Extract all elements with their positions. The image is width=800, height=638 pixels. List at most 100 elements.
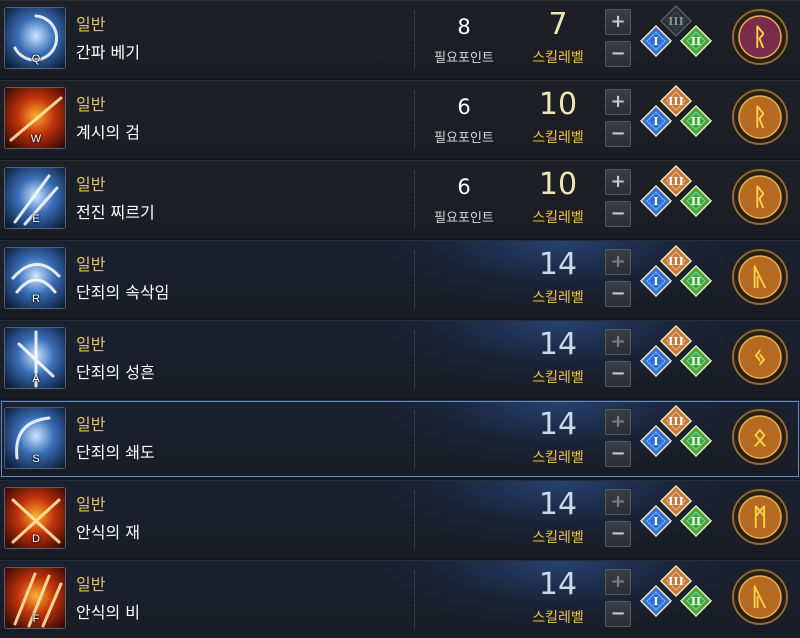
skill-icon[interactable]: F [4, 567, 66, 629]
required-points-value: 6 [457, 175, 471, 199]
skill-row[interactable]: F 일반 안식의 비 14 스킬레벨 + − III I II ᚣ [0, 560, 800, 638]
tripod-tier-1-icon[interactable]: I [639, 504, 673, 538]
rune-slot-icon[interactable]: ᚱ [730, 167, 790, 227]
skill-row[interactable]: Q 일반 간파 베기 8 필요포인트 7 스킬레벨 + − III I II ᚱ [0, 0, 800, 78]
skill-icon[interactable]: A [4, 327, 66, 389]
skill-category: 일반 [76, 495, 106, 514]
level-down-button[interactable]: − [605, 441, 631, 467]
tripod-tier-3-icon[interactable]: III [659, 484, 693, 518]
level-up-button[interactable]: + [605, 9, 631, 35]
level-down-button[interactable]: − [605, 41, 631, 67]
level-down-button[interactable]: − [605, 361, 631, 387]
skill-name: 단죄의 쇄도 [76, 443, 155, 462]
skill-level-label: 스킬레벨 [532, 290, 584, 306]
tripod-tier-3-icon[interactable]: III [659, 84, 693, 118]
skill-level-label: 스킬레벨 [532, 130, 584, 146]
rune-slot-icon[interactable]: ᛗ [730, 487, 790, 547]
tripod-tier-3-icon[interactable]: III [659, 404, 693, 438]
level-up-button[interactable]: + [605, 489, 631, 515]
tripod-selector[interactable]: IIII II [636, 323, 720, 397]
divider [414, 491, 416, 549]
required-points-value: 6 [457, 95, 471, 119]
tripod-selector[interactable]: IIII II [636, 483, 720, 557]
rune-slot-icon[interactable]: ᛟ [730, 407, 790, 467]
skill-icon[interactable]: D [4, 487, 66, 549]
svg-text:II: II [691, 35, 701, 48]
tripod-tier-1-icon[interactable]: I [639, 104, 673, 138]
skill-name: 전진 찌르기 [76, 203, 155, 222]
hotkey-label: D [32, 533, 40, 545]
level-down-button[interactable]: − [605, 601, 631, 627]
svg-text:III: III [668, 175, 683, 188]
skill-row[interactable]: A 일반 단죄의 성흔 14 스킬레벨 + − III I II ᛃ [0, 320, 800, 398]
hotkey-label: Q [31, 53, 41, 65]
level-up-button[interactable]: + [605, 89, 631, 115]
tripod-tier-2-icon[interactable]: II [679, 24, 713, 58]
tripod-tier-2-icon[interactable]: II [679, 344, 713, 378]
hotkey-label: A [32, 373, 40, 385]
tripod-tier-3-icon[interactable]: III [659, 4, 693, 38]
level-down-button[interactable]: − [605, 521, 631, 547]
skill-level-value: 10 [538, 87, 578, 122]
skill-level-value: 14 [538, 487, 578, 522]
rune-slot-icon[interactable]: ᛃ [730, 327, 790, 387]
level-down-button[interactable]: − [605, 201, 631, 227]
tripod-tier-3-icon[interactable]: III [659, 564, 693, 598]
skill-row[interactable]: R 일반 단죄의 속삭임 14 스킬레벨 + − III I II ᚣ [0, 240, 800, 318]
tripod-tier-3-icon[interactable]: III [659, 244, 693, 278]
level-down-button[interactable]: − [605, 281, 631, 307]
rune-slot-icon[interactable]: ᚱ [730, 87, 790, 147]
tripod-tier-2-icon[interactable]: II [679, 104, 713, 138]
skill-icon[interactable]: Q [4, 7, 66, 69]
tripod-selector[interactable]: IIII II [636, 3, 720, 77]
level-down-button[interactable]: − [605, 121, 631, 147]
skill-row[interactable]: E 일반 전진 찌르기 6 필요포인트 10 스킬레벨 + − III I II ᚱ [0, 160, 800, 238]
divider [414, 331, 416, 389]
skill-row[interactable]: W 일반 계시의 검 6 필요포인트 10 스킬레벨 + − III I II ᚱ [0, 80, 800, 158]
tripod-tier-3-icon[interactable]: III [659, 164, 693, 198]
rune-slot-icon[interactable]: ᚣ [730, 567, 790, 627]
rune-slot-icon[interactable]: ᚱ [730, 7, 790, 67]
skill-icon[interactable]: E [4, 167, 66, 229]
tripod-tier-1-icon[interactable]: I [639, 184, 673, 218]
required-points-value: 8 [457, 15, 471, 39]
tripod-tier-2-icon[interactable]: II [679, 184, 713, 218]
skill-level-value: 14 [538, 327, 578, 362]
tripod-tier-1-icon[interactable]: I [639, 344, 673, 378]
skill-row[interactable]: S 일반 단죄의 쇄도 14 스킬레벨 + − III I II ᛟ [0, 400, 800, 478]
level-up-button[interactable]: + [605, 409, 631, 435]
skill-level-label: 스킬레벨 [532, 610, 584, 626]
level-up-button[interactable]: + [605, 329, 631, 355]
hotkey-label: R [32, 293, 40, 305]
tripod-tier-1-icon[interactable]: I [639, 424, 673, 458]
tripod-tier-2-icon[interactable]: II [679, 584, 713, 618]
skill-icon[interactable]: S [4, 407, 66, 469]
svg-text:II: II [691, 595, 701, 608]
skill-name: 계시의 검 [76, 123, 140, 142]
level-up-button[interactable]: + [605, 569, 631, 595]
level-up-button[interactable]: + [605, 249, 631, 275]
tripod-tier-1-icon[interactable]: I [639, 24, 673, 58]
svg-text:I: I [653, 35, 658, 48]
tripod-selector[interactable]: IIII II [636, 243, 720, 317]
tripod-tier-2-icon[interactable]: II [679, 424, 713, 458]
tripod-tier-3-icon[interactable]: III [659, 324, 693, 358]
skill-icon[interactable]: R [4, 247, 66, 309]
hotkey-label: W [30, 133, 42, 145]
skill-icon[interactable]: W [4, 87, 66, 149]
tripod-selector[interactable]: IIII II [636, 403, 720, 477]
tripod-tier-1-icon[interactable]: I [639, 584, 673, 618]
tripod-tier-2-icon[interactable]: II [679, 504, 713, 538]
tripod-tier-1-icon[interactable]: I [639, 264, 673, 298]
required-points-label: 필요포인트 [434, 131, 494, 146]
tripod-selector[interactable]: IIII II [636, 83, 720, 157]
tripod-selector[interactable]: IIII II [636, 563, 720, 637]
tripod-tier-2-icon[interactable]: II [679, 264, 713, 298]
required-points-label: 필요포인트 [434, 211, 494, 226]
tripod-selector[interactable]: IIII II [636, 163, 720, 237]
rune-slot-icon[interactable]: ᚣ [730, 247, 790, 307]
skill-row[interactable]: D 일반 안식의 재 14 스킬레벨 + − III I II ᛗ [0, 480, 800, 558]
svg-text:ᛗ: ᛗ [753, 503, 767, 531]
svg-text:I: I [653, 275, 658, 288]
level-up-button[interactable]: + [605, 169, 631, 195]
